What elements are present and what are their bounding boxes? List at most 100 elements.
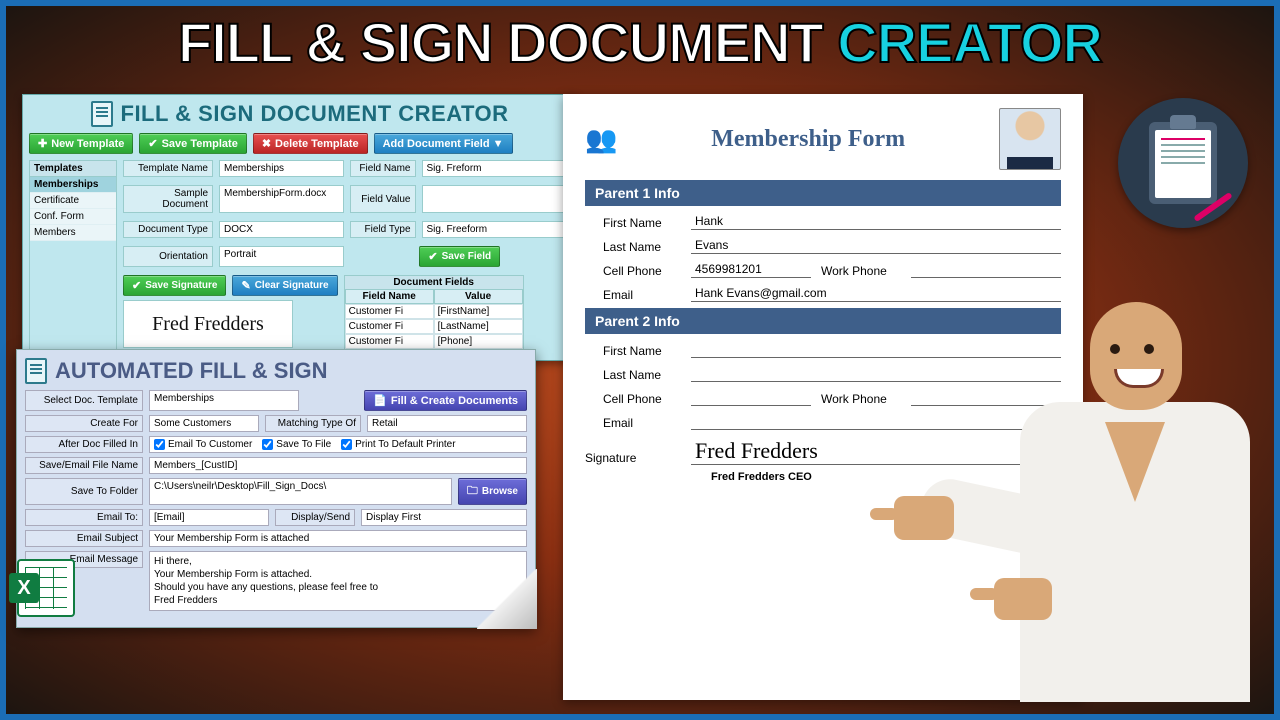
headline-accent: CREATOR: [837, 11, 1102, 74]
select-template-input[interactable]: Memberships: [149, 390, 299, 411]
templates-header: Templates: [30, 161, 116, 177]
creator-panel: FILL & SIGN DOCUMENT CREATOR ✚New Templa…: [22, 94, 577, 361]
save-folder-input[interactable]: C:\Users\neilr\Desktop\Fill_Sign_Docs\: [149, 478, 452, 505]
template-name-label: Template Name: [123, 160, 213, 177]
x-icon: ✖: [262, 137, 271, 150]
print-default-checkbox[interactable]: Print To Default Printer: [341, 439, 455, 450]
orientation-label: Orientation: [123, 246, 213, 267]
field-type-input[interactable]: Sig. Freeform: [422, 221, 571, 238]
matching-type-input[interactable]: Retail: [367, 415, 527, 432]
fill-create-button[interactable]: 📄Fill & Create Documents: [364, 390, 527, 411]
member-photo: [999, 108, 1061, 170]
sample-doc-label: Sample Document: [123, 185, 213, 213]
auto-title: AUTOMATED FILL & SIGN: [25, 356, 527, 390]
template-item[interactable]: Members: [30, 225, 116, 241]
field-value-input[interactable]: [422, 185, 571, 213]
col-header: Value: [434, 290, 523, 304]
table-row[interactable]: Customer Fi[FirstName]: [345, 304, 523, 319]
file-name-label: Save/Email File Name: [25, 457, 143, 474]
sample-doc-input[interactable]: MembershipForm.docx: [219, 185, 344, 213]
table-row[interactable]: Customer Fi[LastName]: [345, 319, 523, 334]
new-template-button[interactable]: ✚New Template: [29, 133, 133, 154]
select-template-label: Select Doc. Template: [25, 390, 143, 411]
stage: FILL & SIGN DOCUMENT CREATOR ✚New Templa…: [22, 94, 1258, 706]
field-type-label: Field Type: [350, 221, 416, 238]
people-icon: 👥: [585, 124, 617, 155]
email-message-input[interactable]: Hi there, Your Membership Form is attach…: [149, 551, 527, 611]
table-row[interactable]: Customer Fi[Phone]: [345, 334, 523, 349]
email-label: Email: [585, 288, 681, 302]
form-title: Membership Form: [631, 126, 985, 153]
toolbar: ✚New Template ✔Save Template ✖Delete Tem…: [29, 133, 570, 154]
check-icon: ✔: [132, 279, 141, 292]
email-to-input[interactable]: [Email]: [149, 509, 269, 526]
save-signature-button[interactable]: ✔Save Signature: [123, 275, 226, 296]
template-name-input[interactable]: Memberships: [219, 160, 344, 177]
p1-work-phone: [911, 262, 1061, 278]
creator-title: FILL & SIGN DOCUMENT CREATOR: [29, 99, 570, 133]
template-item[interactable]: Certificate: [30, 193, 116, 209]
p2-cell-phone: [691, 390, 811, 406]
doc-type-label: Document Type: [123, 221, 213, 238]
eraser-icon: ✎: [241, 279, 250, 292]
work-phone-label: Work Phone: [821, 264, 901, 278]
save-template-button[interactable]: ✔Save Template: [139, 133, 246, 154]
templates-list: Templates Memberships Certificate Conf. …: [29, 160, 117, 350]
signature-label: Signature: [585, 451, 681, 465]
last-name-label: Last Name: [585, 368, 681, 382]
field-name-input[interactable]: Sig. Freform: [422, 160, 571, 177]
doc-type-input[interactable]: DOCX: [219, 221, 344, 238]
creator-title-text: FILL & SIGN DOCUMENT CREATOR: [121, 101, 509, 127]
display-send-input[interactable]: Display First: [361, 509, 527, 526]
headline-main: FILL & SIGN DOCUMENT: [178, 11, 837, 74]
display-send-label: Display/Send: [275, 509, 355, 526]
check-icon: ✔: [148, 137, 157, 150]
email-to-label: Email To:: [25, 509, 143, 526]
clipboard-badge: [1118, 98, 1248, 228]
clear-signature-button[interactable]: ✎Clear Signature: [232, 275, 337, 296]
folder-icon: 🗀: [467, 482, 478, 501]
thumbnail-headline: FILL & SIGN DOCUMENT CREATOR: [6, 6, 1274, 75]
excel-icon: X: [17, 559, 89, 631]
email-to-customer-checkbox[interactable]: Email To Customer: [154, 439, 252, 450]
p1-last-name: Evans: [691, 238, 1061, 254]
auto-title-text: AUTOMATED FILL & SIGN: [55, 358, 328, 384]
last-name-label: Last Name: [585, 240, 681, 254]
document-icon: [25, 358, 47, 384]
after-filled-label: After Doc Filled In: [25, 436, 143, 453]
orientation-input[interactable]: Portrait: [219, 246, 344, 267]
template-item[interactable]: Memberships: [30, 177, 116, 193]
signature-pad[interactable]: Fred Fredders: [123, 300, 293, 348]
document-fields-table: Document Fields Field NameValue Customer…: [344, 275, 524, 350]
save-field-button[interactable]: ✔Save Field: [419, 246, 500, 267]
add-document-field-button[interactable]: Add Document Field ▼: [374, 133, 513, 154]
p1-cell-phone: 4569981201: [691, 262, 811, 278]
doc-fields-title: Document Fields: [345, 276, 523, 290]
save-folder-label: Save To Folder: [25, 478, 143, 505]
automated-panel: AUTOMATED FILL & SIGN Select Doc. Templa…: [16, 349, 536, 628]
p1-first-name: Hank: [691, 214, 1061, 230]
work-phone-label: Work Phone: [821, 392, 901, 406]
create-for-label: Create For: [25, 415, 143, 432]
first-name-label: First Name: [585, 344, 681, 358]
col-header: Field Name: [345, 290, 434, 304]
file-name-input[interactable]: Members_[CustID]: [149, 457, 527, 474]
check-icon: ✔: [428, 250, 437, 263]
section-parent1: Parent 1 Info: [585, 180, 1061, 206]
plus-icon: ✚: [38, 137, 47, 150]
cell-phone-label: Cell Phone: [585, 392, 681, 406]
document-icon: [91, 101, 113, 127]
field-value-label: Field Value: [350, 185, 416, 213]
delete-template-button[interactable]: ✖Delete Template: [253, 133, 368, 154]
field-name-label: Field Name: [350, 160, 416, 177]
create-for-input[interactable]: Some Customers: [149, 415, 259, 432]
email-label: Email: [585, 416, 681, 430]
save-to-file-checkbox[interactable]: Save To File: [262, 439, 331, 450]
first-name-label: First Name: [585, 216, 681, 230]
cell-phone-label: Cell Phone: [585, 264, 681, 278]
template-item[interactable]: Conf. Form: [30, 209, 116, 225]
browse-button[interactable]: 🗀Browse: [458, 478, 527, 505]
email-subject-label: Email Subject: [25, 530, 143, 547]
presenter-person: [980, 282, 1270, 712]
email-subject-input[interactable]: Your Membership Form is attached: [149, 530, 527, 547]
